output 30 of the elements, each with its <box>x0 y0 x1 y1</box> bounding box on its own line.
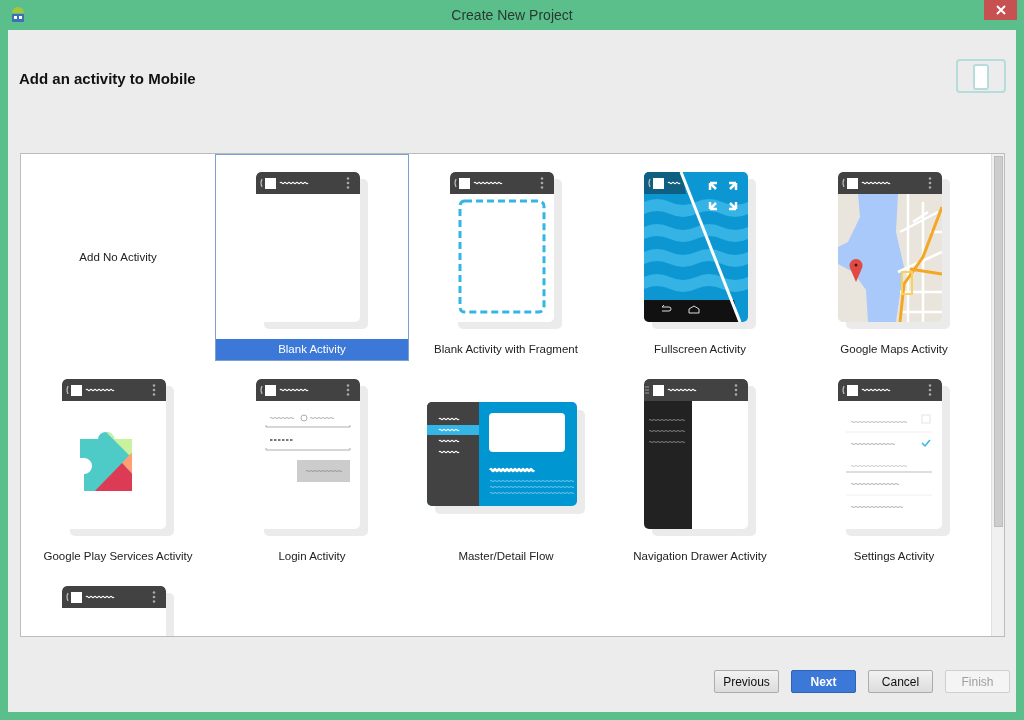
template-label: Google Play Services Activity <box>42 549 194 564</box>
window-title: Create New Project <box>451 7 573 23</box>
template-label: Navigation Drawer Activity <box>632 549 768 564</box>
template-tile[interactable]: Settings Activity <box>797 361 991 568</box>
template-label: Login Activity <box>277 549 347 564</box>
scrollbar[interactable] <box>991 154 1004 636</box>
template-label: Blank Activity with Fragment <box>433 342 579 357</box>
template-tile[interactable]: Master/Detail Flow <box>409 361 603 568</box>
close-icon <box>995 5 1006 15</box>
template-tile[interactable]: Blank Activity with Fragment <box>409 154 603 361</box>
template-label: Blank Activity <box>216 339 408 360</box>
template-tile[interactable]: Login Activity <box>215 361 409 568</box>
template-label: Settings Activity <box>852 549 936 564</box>
template-tile[interactable]: Google Maps Activity <box>797 154 991 361</box>
template-tile[interactable]: Fullscreen Activity <box>603 154 797 361</box>
dialog-button[interactable]: Previous <box>714 670 779 693</box>
primary-button[interactable]: Next <box>791 670 856 693</box>
devices-icon <box>956 59 1006 93</box>
template-label: Add No Activity <box>78 250 158 265</box>
android-icon <box>10 5 26 23</box>
template-tile[interactable]: Add No Activity <box>21 154 215 361</box>
close-button[interactable] <box>984 0 1017 20</box>
template-tile[interactable]: Google Play Services Activity <box>21 361 215 568</box>
template-label: Google Maps Activity <box>839 342 949 357</box>
template-tile[interactable]: Blank Activity <box>215 154 409 361</box>
template-label: Fullscreen Activity <box>653 342 747 357</box>
template-tile[interactable]: Navigation Drawer Activity <box>603 361 797 568</box>
page-heading: Add an activity to Mobile <box>19 70 196 87</box>
template-label: Master/Detail Flow <box>457 549 555 564</box>
dialog-button[interactable]: Cancel <box>868 670 933 693</box>
